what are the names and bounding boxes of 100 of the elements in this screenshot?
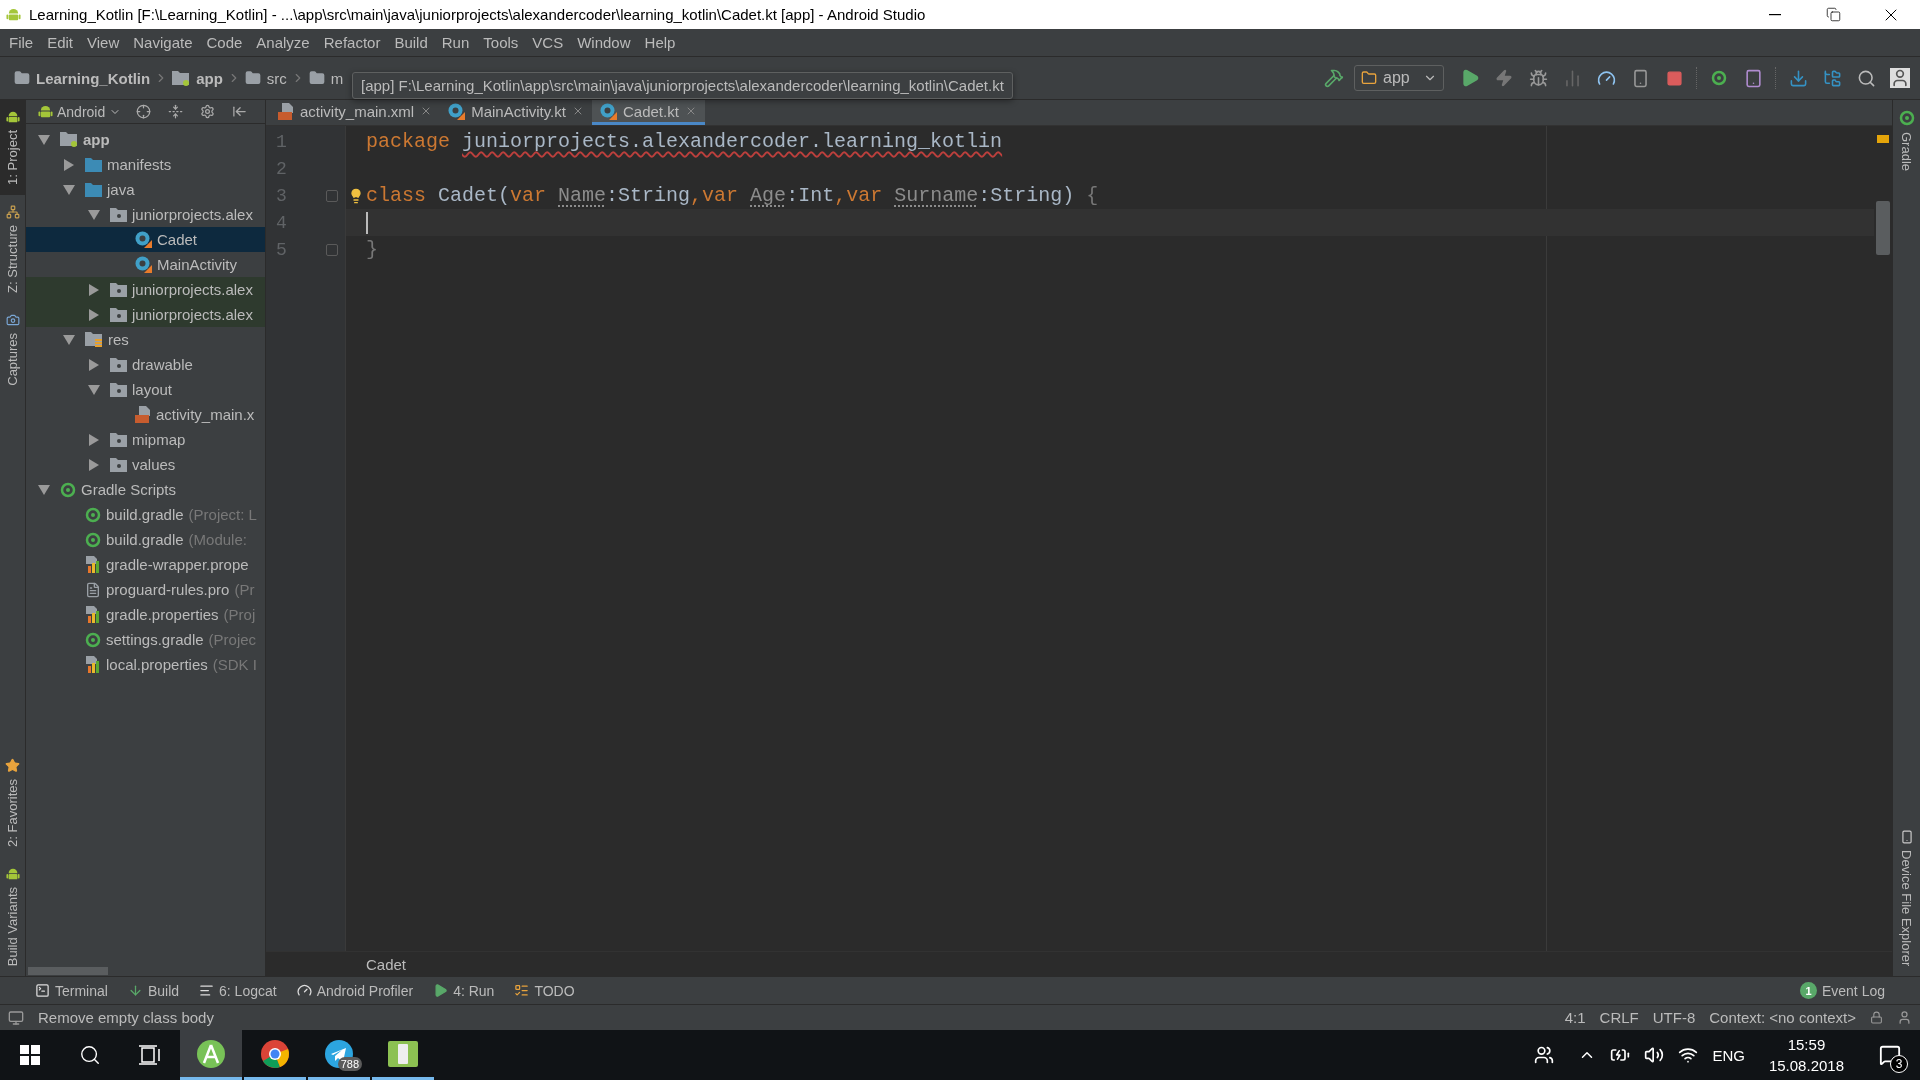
breadcrumb[interactable]: src	[240, 69, 291, 87]
tree-item-hint: (Pr	[234, 581, 255, 598]
tree-item[interactable]: build.gradle (Module:	[26, 527, 265, 552]
editor-tab[interactable]: activity_main.xml	[270, 100, 441, 125]
caret-position[interactable]: 4:1	[1564, 1009, 1586, 1026]
tree-item[interactable]: juniorprojects.alex	[26, 202, 265, 227]
tree-item[interactable]: res	[26, 327, 265, 352]
encoding-selector[interactable]: UTF-8	[1652, 1009, 1696, 1026]
tree-item-label: mipmap	[132, 431, 186, 448]
menu-item[interactable]: Help	[637, 29, 683, 56]
tree-item[interactable]: layout	[26, 377, 265, 402]
tool-window-tab[interactable]: 1: Project	[0, 100, 25, 195]
tree-item[interactable]: settings.gradle (Projec	[26, 627, 265, 652]
menu-item[interactable]: Tools	[476, 29, 526, 56]
tree-item[interactable]: gradle-wrapper.prope	[26, 552, 265, 577]
tree-item-label: build.gradle	[106, 506, 184, 523]
tree-item-label: juniorprojects.alex	[132, 306, 253, 323]
language-indicator[interactable]: ENG	[1712, 1046, 1745, 1064]
path-tooltip: [app] F:\Learning_Kotlin\app\src\main\java\juniorprojects\alexandercoder\learning_kotlin\Cadet.kt	[352, 72, 1013, 99]
tree-item[interactable]: Gradle Scripts	[26, 477, 265, 502]
tree-item-label: app	[83, 131, 110, 148]
tool-window-tab[interactable]: Device File Explorer	[1893, 819, 1920, 976]
code-line: package juniorprojects.alexandercoder.learning_kotlin	[366, 130, 1003, 153]
event-log-button[interactable]: 1 Event Log	[1794, 982, 1890, 999]
tree-item-label: gradle-wrapper.prope	[106, 556, 249, 573]
tool-window-button[interactable]: TODO	[509, 982, 580, 999]
tree-item-label: manifests	[107, 156, 172, 173]
breadcrumb[interactable]: app	[168, 69, 227, 87]
tree-item-label: MainActivity	[157, 256, 238, 273]
breadcrumb[interactable]: m	[304, 69, 348, 87]
tree-item-label: java	[107, 181, 135, 198]
notification-button[interactable]: 3	[1868, 1035, 1912, 1075]
tree-item[interactable]: mipmap	[26, 427, 265, 452]
tree-item-hint: (Project: L	[188, 506, 257, 523]
tool-window-button[interactable]: 4: Run	[428, 982, 500, 999]
tree-item-label: values	[132, 456, 176, 473]
tree-item-label: activity_main.x	[156, 406, 255, 423]
menu-item[interactable]: Refactor	[316, 29, 388, 56]
tree-item-label: settings.gradle	[106, 631, 204, 648]
menu-item[interactable]: File	[2, 29, 41, 56]
tree-item[interactable]: values	[26, 452, 265, 477]
tree-item[interactable]: juniorprojects.alex	[26, 277, 265, 302]
menu-item[interactable]: Build	[387, 29, 435, 56]
tree-item-hint: (Projec	[208, 631, 257, 648]
tree-item-label: res	[108, 331, 129, 348]
menu-item[interactable]: VCS	[525, 29, 571, 56]
unread-badge: 788	[337, 1057, 362, 1071]
tree-item-label: juniorprojects.alex	[132, 281, 253, 298]
tool-window-button[interactable]: Terminal	[30, 982, 113, 999]
tree-item-label: build.gradle	[106, 531, 184, 548]
tool-window-tab[interactable]: Gradle	[1893, 100, 1920, 182]
tree-item[interactable]: gradle.properties (Proj	[26, 602, 265, 627]
run-config-dropdown[interactable]: app	[1354, 65, 1444, 91]
tool-window-button[interactable]: 6: Logcat	[194, 982, 282, 999]
line-separator-selector[interactable]: CRLF	[1599, 1009, 1639, 1026]
editor-tab[interactable]: MainActivity.kt	[440, 100, 592, 125]
tree-item[interactable]: build.gradle (Project: L	[26, 502, 265, 527]
tree-item-label: drawable	[132, 356, 193, 373]
status-message: Remove empty class body	[38, 1009, 214, 1026]
tree-item[interactable]: juniorprojects.alex	[26, 302, 265, 327]
tree-item-label: proguard-rules.pro	[106, 581, 230, 598]
tool-window-button[interactable]: Android Profiler	[291, 982, 419, 999]
menu-item[interactable]: Window	[570, 29, 638, 56]
tree-item-label: Gradle Scripts	[81, 481, 177, 498]
window-title: Learning_Kotlin [F:\Learning_Kotlin] - ...\app\src\main\java\juniorprojects\alexandercoder\learning_kotlin\Cadet.kt [app] - Android Studio	[29, 6, 926, 23]
tree-item[interactable]: drawable	[26, 352, 265, 377]
menu-item[interactable]: Edit	[40, 29, 81, 56]
menu-item[interactable]: Analyze	[249, 29, 317, 56]
clock[interactable]: 15:59 15.08.2018	[1768, 1034, 1844, 1076]
context-selector[interactable]: Context: <no context>	[1709, 1009, 1856, 1026]
tool-window-tab[interactable]: Z: Structure	[0, 194, 25, 303]
tree-item[interactable]: Cadet	[26, 227, 265, 252]
tool-window-tab[interactable]: 2: Favorites	[0, 747, 25, 857]
tree-item[interactable]: proguard-rules.pro (Pr	[26, 577, 265, 602]
tree-item[interactable]: manifests	[26, 152, 265, 177]
tree-item-label: layout	[132, 381, 173, 398]
tree-item-hint: (Proj	[223, 606, 256, 623]
tool-window-tab[interactable]: Build Variants	[0, 856, 25, 976]
menu-item[interactable]: View	[80, 29, 127, 56]
editor-breadcrumb[interactable]: Cadet	[366, 955, 407, 973]
taskbar-app[interactable]: 788	[308, 1030, 370, 1080]
tool-window-tab[interactable]: Captures	[0, 302, 25, 396]
menu-item[interactable]: Code	[199, 29, 250, 56]
tree-item-label: local.properties	[106, 656, 208, 673]
tree-item[interactable]: activity_main.x	[26, 402, 265, 427]
code-line: }	[366, 238, 378, 261]
view-dropdown[interactable]: Android	[34, 103, 126, 120]
tree-item-label: gradle.properties	[106, 606, 219, 623]
tree-item[interactable]: app	[26, 127, 265, 152]
tree-item-label: juniorprojects.alex	[132, 206, 253, 223]
menu-item[interactable]: Navigate	[126, 29, 200, 56]
breadcrumb[interactable]: Learning_Kotlin	[10, 69, 155, 87]
tree-item[interactable]: java	[26, 177, 265, 202]
code-line: class Cadet(var Name:String,var Age:Int,var Surname:String) {	[366, 184, 1099, 207]
tree-item[interactable]: MainActivity	[26, 252, 265, 277]
tree-item-hint: (Module:	[188, 531, 247, 548]
editor-tab[interactable]: Cadet.kt	[591, 100, 705, 125]
menu-item[interactable]: Run	[434, 29, 477, 56]
tree-item-label: Cadet	[157, 231, 198, 248]
tool-window-button[interactable]: Build	[122, 982, 185, 999]
